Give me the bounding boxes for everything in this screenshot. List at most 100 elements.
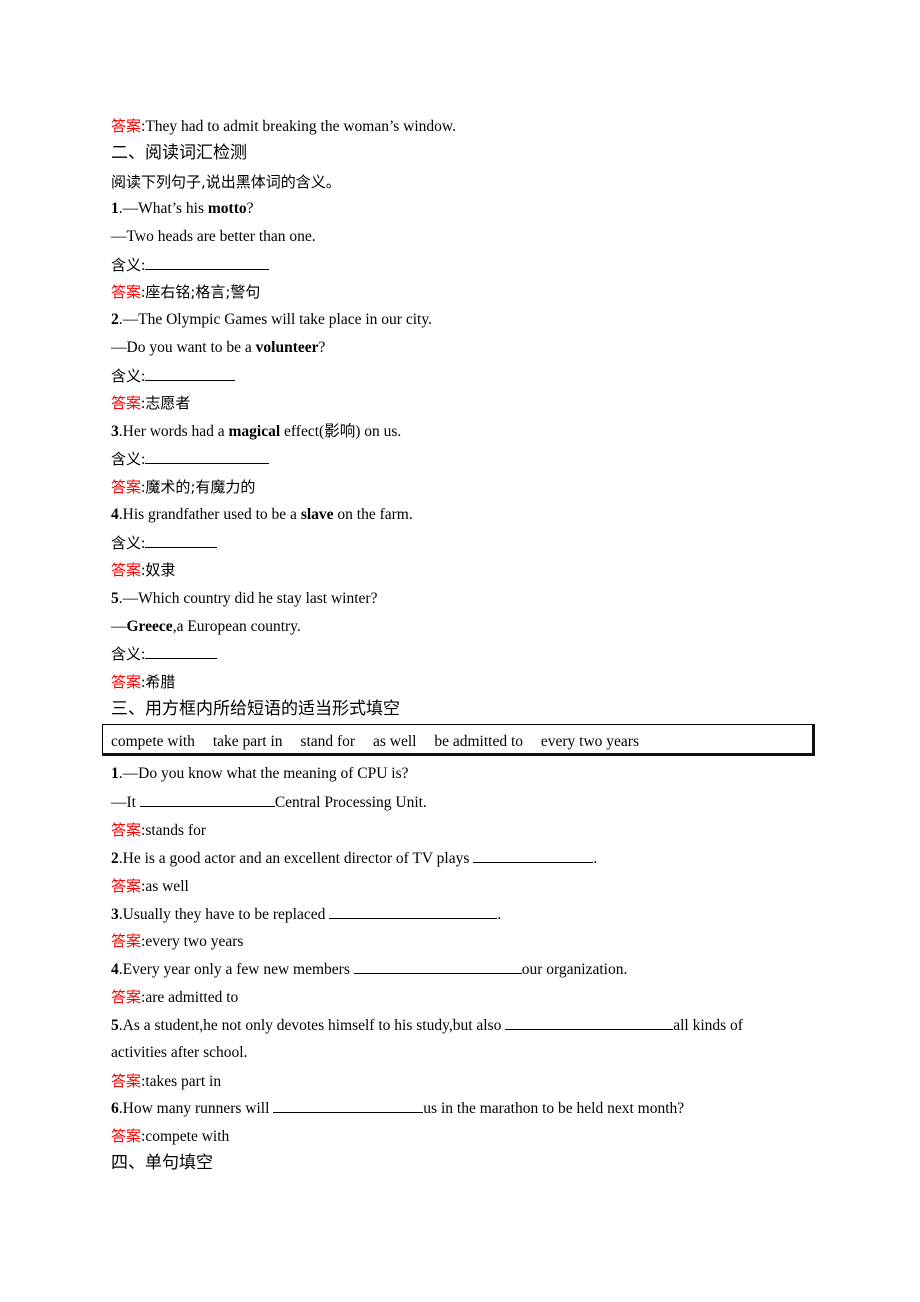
answer-blank[interactable]	[145, 449, 270, 464]
question-line: 5.—Which country did he stay last winter…	[111, 589, 377, 609]
question-text: all kinds of	[673, 1017, 743, 1034]
phrase: compete with	[111, 733, 195, 750]
meaning-line: 含义:	[111, 644, 218, 665]
answer-label: 答案	[111, 394, 142, 412]
answer-blank[interactable]	[145, 533, 218, 548]
answer-line: 答案:座右铭;格言;警句	[111, 283, 261, 301]
question-number: 2	[111, 850, 119, 867]
bold-word: magical	[228, 423, 281, 440]
question-text: .As a student,he not only devotes himsel…	[118, 1017, 506, 1034]
answer-blank[interactable]	[329, 904, 498, 919]
question-number: 1	[111, 765, 119, 782]
question-text: —	[111, 618, 127, 635]
bold-word: volunteer	[255, 339, 319, 356]
answer-line: 答案:希腊	[111, 673, 176, 691]
question-line: 1.—What’s his motto?	[111, 199, 254, 219]
question-number: 4	[111, 506, 119, 523]
section-heading: 三、用方框内所给短语的适当形式填空	[111, 699, 400, 719]
question-number: 5	[111, 590, 119, 607]
section-heading: 二、阅读词汇检测	[111, 143, 247, 163]
phrase-list: compete with take part in stand for as w…	[111, 732, 653, 752]
question-line: 3.Usually they have to be replaced .	[111, 904, 501, 925]
answer-blank[interactable]	[145, 644, 218, 659]
answer-text: every two years	[145, 933, 244, 950]
answer-blank[interactable]	[473, 848, 594, 863]
answer-line: 答案:every two years	[111, 932, 244, 950]
answer-blank[interactable]	[139, 792, 275, 807]
section-instruction: 阅读下列句子,说出黑体词的含义。	[111, 173, 341, 191]
answer-text: takes part in	[145, 1073, 222, 1090]
question-line: 1.—Do you know what the meaning of CPU i…	[111, 764, 408, 784]
answer-label: 答案	[111, 932, 142, 950]
phrase: as well	[372, 733, 417, 750]
question-text: ?	[246, 200, 254, 217]
answer-line: 答案:魔术的;有魔力的	[111, 478, 256, 496]
meaning-line: 含义:	[111, 449, 270, 470]
question-number: 6	[111, 1100, 119, 1117]
bold-word: motto	[207, 200, 247, 217]
answer-line: 答案:奴隶	[111, 561, 176, 579]
meaning-label: 含义	[111, 256, 142, 274]
question-text: .	[593, 850, 598, 867]
question-text: Central Processing Unit.	[274, 794, 427, 811]
answer-line: 答案:compete with	[111, 1127, 230, 1145]
section-heading: 四、单句填空	[111, 1153, 213, 1173]
meaning-line: 含义:	[111, 533, 218, 554]
phrase: be admitted to	[434, 733, 523, 750]
question-text: .Her words had a	[118, 423, 229, 440]
question-line: activities after school.	[111, 1044, 248, 1061]
bold-word: slave	[300, 506, 334, 523]
question-line: 4.His grandfather used to be a slave on …	[111, 505, 413, 525]
question-text: —Do you want to be a	[111, 339, 256, 356]
question-number: 3	[111, 423, 119, 440]
question-text: ,a European country.	[172, 618, 301, 635]
question-number: 4	[111, 961, 119, 978]
question-line: 6.How many runners will us in the marath…	[111, 1098, 684, 1119]
answer-blank[interactable]	[505, 1015, 674, 1030]
answer-blank[interactable]	[353, 959, 522, 974]
meaning-line: 含义:	[111, 366, 236, 387]
question-line: —Two heads are better than one.	[111, 228, 316, 245]
answer-blank[interactable]	[145, 366, 236, 381]
question-line: —Greece,a European country.	[111, 617, 301, 637]
meaning-label: 含义	[111, 645, 142, 663]
answer-label: 答案	[111, 1127, 142, 1145]
question-line: 4.Every year only a few new members our …	[111, 959, 627, 980]
phrase: every two years	[540, 733, 639, 750]
question-line: 3.Her words had a magical effect(影响) on …	[111, 422, 401, 442]
answer-blank[interactable]	[145, 255, 270, 270]
answer-text: 奴隶	[145, 561, 176, 579]
answer-label: 答案	[111, 877, 142, 895]
question-text: .He is a good actor and an excellent dir…	[118, 850, 474, 867]
answer-label: 答案	[111, 821, 142, 839]
answer-text: 希腊	[145, 673, 176, 691]
question-number: 2	[111, 311, 119, 328]
meaning-label: 含义	[111, 450, 142, 468]
answer-label: 答案	[111, 117, 142, 135]
bold-word: Greece	[126, 618, 173, 635]
answer-text: 座右铭;格言;警句	[145, 283, 261, 301]
question-line: 5.As a student,he not only devotes himse…	[111, 1015, 743, 1036]
question-line: —It Central Processing Unit.	[111, 792, 427, 813]
question-text: .—Do you know what the meaning of CPU is…	[118, 765, 409, 782]
question-text: .—What’s his	[118, 200, 208, 217]
answer-text: 志愿者	[145, 394, 191, 412]
question-text: .Every year only a few new members	[118, 961, 354, 978]
question-text: —It	[111, 794, 140, 811]
answer-text: are admitted to	[145, 989, 239, 1006]
phrase-box: compete with take part in stand for as w…	[102, 724, 815, 756]
answer-line: 答案:stands for	[111, 821, 207, 839]
answer-label: 答案	[111, 1072, 142, 1090]
question-number: 5	[111, 1017, 119, 1034]
answer-blank[interactable]	[273, 1098, 424, 1113]
question-text: our organization.	[521, 961, 628, 978]
answer-text: compete with	[145, 1128, 230, 1145]
answer-text: as well	[145, 878, 189, 895]
meaning-line: 含义:	[111, 255, 270, 276]
answer-label: 答案	[111, 478, 142, 496]
question-text: on the farm.	[333, 506, 413, 523]
question-text: .Usually they have to be replaced	[118, 906, 330, 923]
answer-line: 答案:are admitted to	[111, 988, 239, 1006]
question-text: .—Which country did he stay last winter?	[118, 590, 378, 607]
question-text: us in the marathon to be held next month…	[423, 1100, 685, 1117]
